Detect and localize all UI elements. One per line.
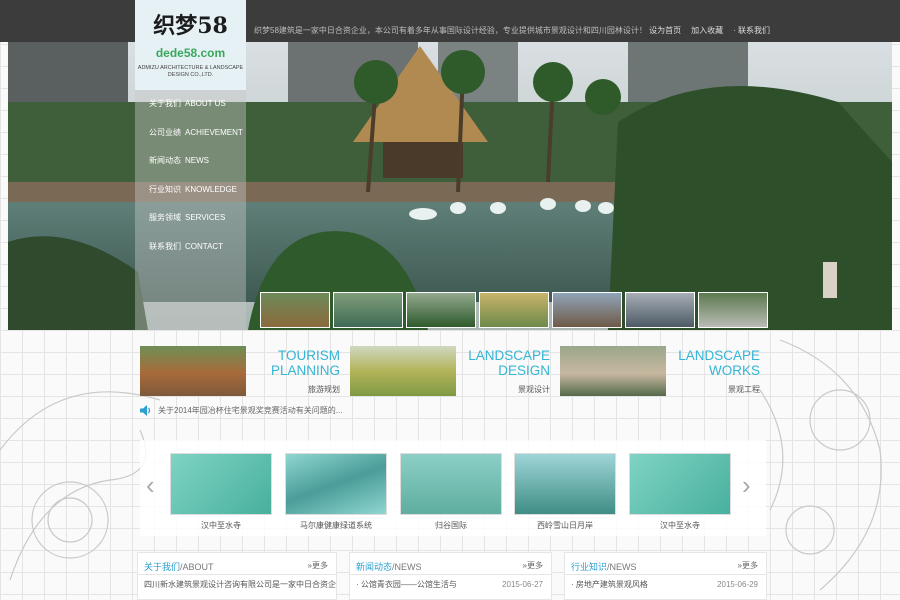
box-header: 新闻动态/NEWS »更多 — [350, 553, 551, 575]
box-title: 关于我们/ABOUT — [144, 560, 214, 573]
news-ticker: 关于2014年园冶杯住宅景观奖竞赛活动有关问题的... — [140, 405, 620, 416]
case-caption: 汉中至水寺 — [660, 521, 700, 530]
box-title: 行业知识/NEWS — [571, 560, 637, 573]
nav-label-en: KNOWLEDGE — [185, 184, 238, 194]
case-image — [514, 453, 616, 515]
slide-thumbnail[interactable] — [552, 292, 622, 328]
nav-label-en: SERVICES — [185, 213, 226, 222]
slide-thumbnail[interactable] — [333, 292, 403, 328]
nav-label-cn: 联系我们 — [149, 241, 181, 251]
more-link[interactable]: »更多 — [523, 560, 543, 571]
box-title-en: /ABOUT — [180, 562, 214, 572]
main-nav: 关于我们 ABOUT US 公司业绩 ACHIEVEMENT 新闻动态 NEWS 行业… — [135, 90, 246, 330]
case-item[interactable]: 汉中至水寺 — [170, 453, 272, 531]
carousel-next-arrow[interactable]: › — [742, 470, 751, 501]
nav-item-services[interactable]: 服务领域 SERVICES — [135, 204, 246, 233]
case-carousel: ‹ 汉中至水寺 马尔康健康绿道系统 归谷国际 西岭雪山日月岸 汉中至水寺 › — [140, 440, 766, 536]
logo-domain: dede58.com — [155, 46, 226, 60]
nav-label-en: ACHIEVEMENT — [185, 127, 243, 137]
slide-thumbnail[interactable] — [260, 292, 330, 328]
service-subtitle: 景观工程 — [728, 385, 760, 394]
top-notice: 织梦58建筑是一家中日合资企业，本公司有着多年从事国际设计经验，专业提供城市景观… — [254, 26, 647, 35]
speaker-icon — [140, 405, 151, 416]
about-box: 关于我们/ABOUT »更多 四川新水建筑景观设计咨询有限公司是一家中日合资企 — [137, 552, 337, 600]
news-box: 新闻动态/NEWS »更多 · 公馆青衣园——公馆生活与 2015-06-27 — [349, 552, 552, 600]
box-title-cn: 新闻动态 — [356, 562, 393, 572]
case-image — [170, 453, 272, 515]
box-header: 行业知识/NEWS »更多 — [565, 553, 766, 575]
nav-label-en: NEWS — [185, 156, 209, 165]
nav-item-news[interactable]: 新闻动态 NEWS — [135, 147, 246, 176]
knowledge-line[interactable]: · 房地产建筑景观风格 2015-06-29 — [565, 575, 766, 595]
nav-label-cn: 关于我们 — [149, 99, 181, 108]
carousel-prev-arrow[interactable]: ‹ — [146, 470, 155, 501]
nav-label-en: ABOUT US — [185, 99, 226, 108]
news-title: · 公馆青衣园——公馆生活与 — [356, 580, 457, 589]
nav-label-cn: 新闻动态 — [149, 156, 181, 165]
box-header: 关于我们/ABOUT »更多 — [138, 553, 336, 575]
box-line-text: 四川新水建筑景观设计咨询有限公司是一家中日合资企 — [144, 580, 336, 589]
case-item[interactable]: 马尔康健康绿道系统 — [285, 453, 387, 531]
box-title-en: /NEWS — [392, 562, 422, 572]
nav-item-about[interactable]: 关于我们 ABOUT US — [135, 90, 246, 119]
service-landscape-design[interactable]: LANDSCAPE DESIGN 景观设计 — [350, 344, 550, 398]
case-caption: 马尔康健康绿道系统 — [300, 521, 372, 530]
knowledge-date: 2015-06-29 — [717, 580, 758, 589]
case-image — [400, 453, 502, 515]
box-title-cn: 行业知识 — [571, 562, 608, 572]
top-links: 设为首页 加入收藏 · 联系我们 — [649, 25, 770, 36]
slide-thumbnail[interactable] — [406, 292, 476, 328]
nav-item-achievement[interactable]: 公司业绩 ACHIEVEMENT — [135, 119, 246, 148]
knowledge-title: · 房地产建筑景观风格 — [571, 580, 648, 589]
slide-thumbnail[interactable] — [698, 292, 768, 328]
slideshow-thumbnails — [260, 292, 768, 328]
contact-link[interactable]: · 联系我们 — [733, 25, 770, 36]
box-title: 新闻动态/NEWS — [356, 560, 422, 573]
nav-item-knowledge[interactable]: 行业知识 KNOWLEDGE — [135, 176, 246, 205]
nav-label-cn: 行业知识 — [149, 184, 181, 194]
service-title: LANDSCAPE DESIGN — [468, 348, 550, 378]
case-image — [629, 453, 731, 515]
slide-thumbnail[interactable] — [625, 292, 695, 328]
service-image — [560, 346, 666, 396]
service-tourism-planning[interactable]: TOURISM PLANNING 旅游规划 — [140, 344, 340, 398]
more-link[interactable]: »更多 — [738, 560, 758, 571]
news-line[interactable]: · 公馆青衣园——公馆生活与 2015-06-27 — [350, 575, 551, 595]
case-caption: 汉中至水寺 — [201, 521, 241, 530]
nav-item-contact[interactable]: 联系我们 CONTACT — [135, 233, 246, 262]
case-caption: 归谷国际 — [435, 521, 467, 530]
logo-english-name: ADMIZU ARCHITECTURE & LANDSCAPE DESIGN C… — [137, 65, 244, 78]
logo-name: 织梦58 — [153, 13, 228, 39]
add-favorite-link[interactable]: 加入收藏 — [691, 25, 723, 36]
service-title: TOURISM PLANNING — [270, 348, 340, 378]
case-item[interactable]: 汉中至水寺 — [629, 453, 731, 531]
box-title-cn: 关于我们 — [144, 562, 181, 572]
nav-label-en: CONTACT — [185, 241, 224, 251]
slide-thumbnail[interactable] — [479, 292, 549, 328]
more-link[interactable]: »更多 — [308, 560, 328, 571]
service-image — [350, 346, 456, 396]
case-image — [285, 453, 387, 515]
box-line[interactable]: 四川新水建筑景观设计咨询有限公司是一家中日合资企 — [138, 575, 336, 595]
service-landscape-works[interactable]: LANDSCAPE WORKS 景观工程 — [560, 344, 760, 398]
service-subtitle: 景观设计 — [518, 385, 550, 394]
set-homepage-link[interactable]: 设为首页 — [649, 25, 681, 36]
service-image — [140, 346, 246, 396]
news-date: 2015-06-27 — [502, 580, 543, 589]
ticker-text[interactable]: 关于2014年园冶杯住宅景观奖竞赛活动有关问题的... — [158, 405, 342, 416]
site-logo[interactable]: 织梦58 dede58.com ADMIZU ARCHITECTURE & LA… — [135, 0, 246, 90]
box-title-en: /NEWS — [607, 562, 637, 572]
service-title: LANDSCAPE WORKS — [678, 348, 760, 378]
nav-label-cn: 公司业绩 — [149, 127, 181, 137]
case-caption: 西岭雪山日月岸 — [537, 521, 593, 530]
case-item[interactable]: 西岭雪山日月岸 — [514, 453, 616, 531]
nav-label-cn: 服务领域 — [149, 213, 181, 222]
case-item[interactable]: 归谷国际 — [400, 453, 502, 531]
service-subtitle: 旅游规划 — [308, 385, 340, 394]
knowledge-box: 行业知识/NEWS »更多 · 房地产建筑景观风格 2015-06-29 — [564, 552, 767, 600]
